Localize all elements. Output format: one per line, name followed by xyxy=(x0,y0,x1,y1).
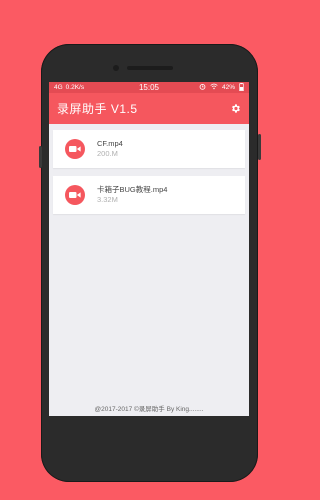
list-item[interactable]: CF.mp4 200.M xyxy=(53,130,245,168)
gear-icon[interactable] xyxy=(229,103,241,115)
video-camera-icon xyxy=(65,185,85,205)
file-size: 3.32M xyxy=(97,195,118,204)
volume-button xyxy=(39,146,42,168)
file-size: 200.M xyxy=(97,149,118,158)
status-bar: 4G 0.2K/s 15:05 42% xyxy=(49,82,249,93)
file-name: CF.mp4 xyxy=(97,139,123,148)
app-title: 录屏助手 V1.5 xyxy=(57,102,138,116)
status-time: 15:05 xyxy=(138,83,160,92)
copyright-footer: @2017-2017 ©录屏助手 By King........ xyxy=(94,406,204,413)
front-camera xyxy=(113,65,119,71)
app-screen: 4G 0.2K/s 15:05 42% 录屏助手 V1.5 CF.mp4 200… xyxy=(49,82,249,416)
video-list: CF.mp4 200.M 卡箱子BUG教程.mp4 3.32M xyxy=(49,124,249,214)
earpiece-speaker xyxy=(127,66,173,70)
file-name: 卡箱子BUG教程.mp4 xyxy=(97,185,168,194)
list-item[interactable]: 卡箱子BUG教程.mp4 3.32M xyxy=(53,176,245,214)
video-camera-icon xyxy=(65,139,85,159)
power-button xyxy=(258,134,261,160)
phone-bottom-bezel xyxy=(49,416,249,424)
app-bar: 录屏助手 V1.5 xyxy=(49,93,249,124)
